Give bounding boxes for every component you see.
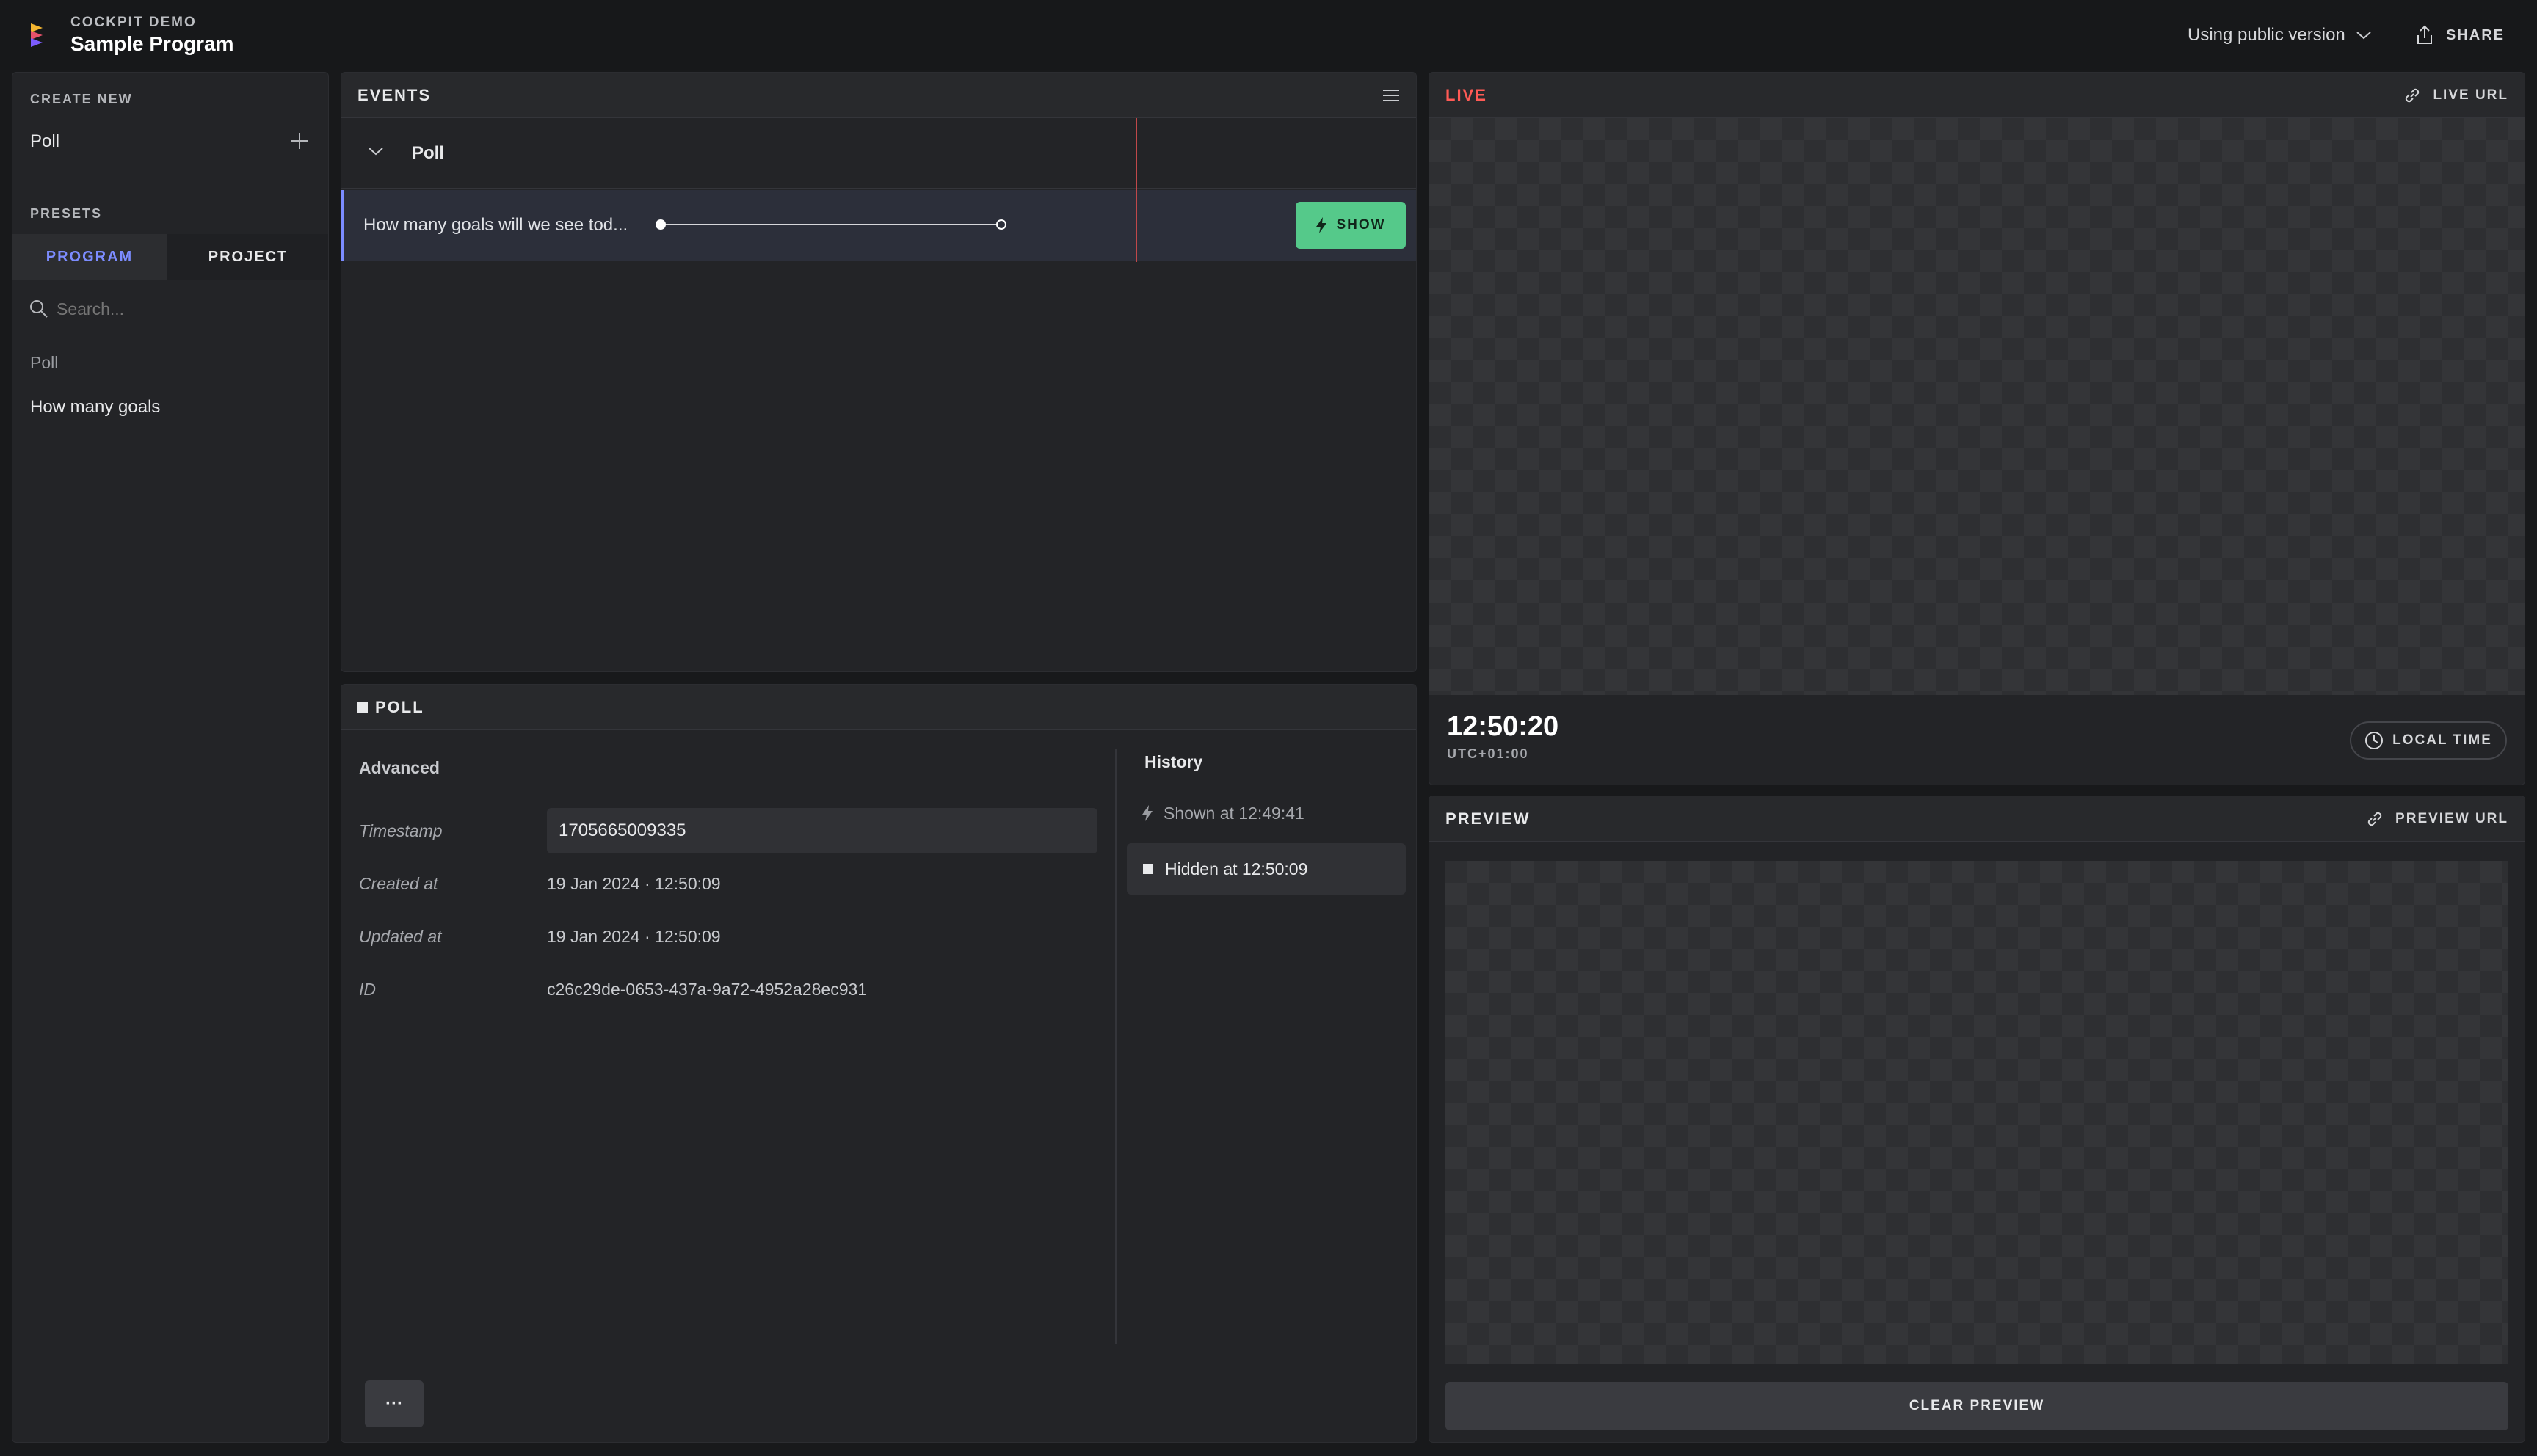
history-item: Hidden at 12:50:09 [1127, 843, 1406, 895]
clear-preview-button[interactable]: CLEAR PREVIEW [1445, 1382, 2508, 1430]
history-item-label: Shown at 12:49:41 [1164, 803, 1304, 823]
preset-search[interactable] [12, 280, 328, 338]
link-icon [2406, 88, 2420, 102]
id-value: c26c29de-0653-437a-9a72-4952a28ec931 [547, 980, 868, 999]
poll-title: POLL [375, 697, 424, 716]
preset-item[interactable]: How many goals [12, 385, 328, 426]
preset-item-label: How many goals [30, 397, 161, 417]
poll-detail-panel: POLL Advanced Timestamp 1705665009335 Cr… [341, 684, 1417, 1443]
app-name: COCKPIT DEMO [70, 15, 197, 30]
live-url-button[interactable]: LIVE URL [2402, 85, 2508, 106]
program-title: Sample Program [70, 32, 234, 55]
history-item-label: Hidden at 12:50:09 [1165, 859, 1308, 878]
live-output-canvas [1429, 118, 2525, 695]
updated-at-label: Updated at [359, 927, 442, 946]
create-poll-item[interactable]: Poll [12, 118, 328, 164]
more-options-button[interactable]: ··· [365, 1380, 424, 1427]
link-icon [2367, 812, 2382, 826]
version-select[interactable]: Using public version [2188, 22, 2372, 48]
preview-output-canvas [1445, 861, 2508, 1364]
events-panel: EVENTS Poll How many goals will we see t… [341, 72, 1417, 672]
version-select-label: Using public version [2188, 25, 2345, 45]
local-time-button[interactable]: LOCAL TIME [2350, 721, 2507, 760]
preview-header: PREVIEW PREVIEW URL [1429, 796, 2525, 842]
history-label: History [1144, 752, 1203, 771]
poll-header: POLL [341, 685, 1416, 730]
show-button-label: SHOW [1336, 217, 1386, 233]
clear-preview-label: CLEAR PREVIEW [1909, 1398, 2045, 1413]
lightning-icon [1142, 805, 1153, 821]
preview-panel: PREVIEW PREVIEW URL CLEAR PREVIEW [1429, 796, 2525, 1443]
clock-icon [2365, 732, 2384, 749]
stop-square-icon [1143, 864, 1153, 874]
live-url-label: LIVE URL [2433, 87, 2508, 103]
event-row[interactable]: How many goals will we see tod... SHOW [341, 190, 1416, 261]
event-end-handle[interactable] [996, 219, 1006, 230]
id-label: ID [359, 980, 376, 999]
search-icon [30, 300, 48, 318]
preset-group-label: Poll [30, 353, 59, 372]
create-poll-label: Poll [30, 131, 60, 151]
presets-label: PRESETS [30, 206, 103, 221]
event-row-label: How many goals will we see tod... [363, 215, 628, 235]
preview-url-button[interactable]: PREVIEW URL [2364, 809, 2508, 829]
share-label: SHARE [2446, 26, 2505, 43]
playhead-line [1136, 118, 1137, 262]
event-group-label: Poll [412, 143, 445, 163]
tab-program[interactable]: PROGRAM [12, 234, 167, 280]
preview-title: PREVIEW [1445, 809, 1531, 828]
share-icon [2417, 25, 2432, 44]
lightning-icon [1316, 217, 1327, 233]
live-clock: 12:50:20 [1447, 711, 1559, 742]
live-header: LIVE LIVE URL [1429, 73, 2525, 118]
timestamp-field[interactable]: 1705665009335 [547, 808, 1097, 853]
sidebar: CREATE NEW Poll PRESETS PROGRAM PROJECT … [12, 72, 329, 1443]
advanced-label: Advanced [359, 758, 440, 777]
event-group-row[interactable]: Poll [341, 118, 1416, 189]
stop-square-icon [357, 702, 368, 713]
chevron-down-icon [2356, 32, 2371, 40]
menu-icon[interactable] [1382, 88, 1400, 103]
created-at-value: 19 Jan 2024 · 12:50:09 [547, 874, 721, 893]
events-header: EVENTS [341, 73, 1416, 118]
live-title: LIVE [1445, 85, 1487, 104]
tab-project[interactable]: PROJECT [167, 234, 328, 280]
app-header: COCKPIT DEMO Sample Program Using public… [0, 0, 2537, 70]
share-button[interactable]: SHARE [2415, 22, 2505, 48]
timezone-label: UTC+01:00 [1447, 746, 1529, 761]
search-input[interactable] [57, 293, 306, 325]
preset-tabs: PROGRAM PROJECT [12, 234, 328, 280]
create-new-label: CREATE NEW [30, 92, 133, 106]
events-title: EVENTS [357, 85, 432, 104]
local-time-label: LOCAL TIME [2392, 732, 2492, 748]
event-start-handle[interactable] [656, 219, 666, 230]
history-divider [1115, 749, 1117, 1344]
event-timeline-bar [660, 224, 1001, 225]
updated-at-value: 19 Jan 2024 · 12:50:09 [547, 927, 721, 946]
live-panel: LIVE LIVE URL 12:50:20 UTC+01:00 LOCAL T… [1429, 72, 2525, 785]
history-item: Shown at 12:49:41 [1127, 790, 1406, 836]
timestamp-label: Timestamp [359, 821, 443, 840]
plus-icon[interactable] [290, 131, 309, 150]
created-at-label: Created at [359, 874, 438, 893]
chevron-down-icon[interactable] [368, 146, 384, 156]
show-button[interactable]: SHOW [1296, 202, 1406, 249]
preview-url-label: PREVIEW URL [2395, 810, 2508, 826]
app-logo-icon [31, 23, 43, 47]
